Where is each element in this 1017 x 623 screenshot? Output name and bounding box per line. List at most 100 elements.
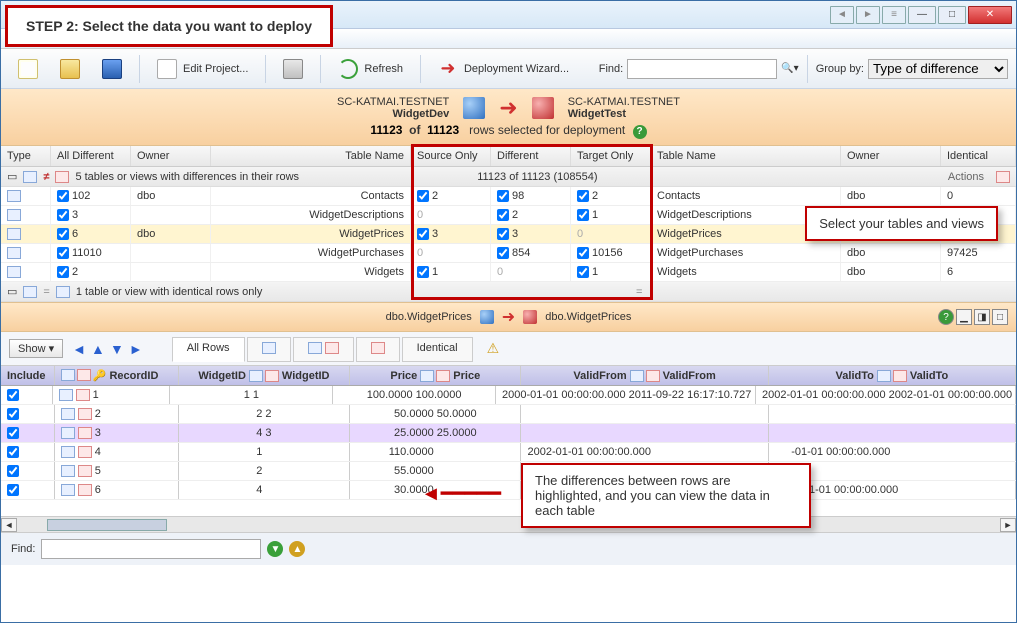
dh-include[interactable]: Include bbox=[1, 366, 55, 385]
h-scrollbar[interactable]: ◄ ► bbox=[1, 516, 1016, 532]
include-checkbox[interactable] bbox=[7, 427, 19, 439]
nav-fwd-button[interactable]: ► bbox=[856, 6, 880, 24]
save-project-button[interactable] bbox=[93, 55, 131, 83]
open-project-button[interactable] bbox=[51, 55, 89, 83]
divider bbox=[420, 55, 421, 83]
hdr-alldiff[interactable]: All Different bbox=[51, 146, 131, 166]
minimize-button[interactable]: — bbox=[908, 6, 936, 24]
row-checkbox[interactable] bbox=[497, 209, 509, 221]
hdr-owner2[interactable]: Owner bbox=[841, 146, 941, 166]
row-checkbox[interactable] bbox=[577, 266, 589, 278]
panel-max-button[interactable]: □ bbox=[992, 309, 1008, 325]
row-checkbox[interactable] bbox=[57, 209, 69, 221]
nav-down-icon[interactable]: ▼ bbox=[110, 341, 124, 357]
nav-left-icon[interactable]: ◄ bbox=[72, 341, 86, 357]
nav-right-icon[interactable]: ► bbox=[129, 341, 143, 357]
detail-row[interactable]: 22250.000050.0000 bbox=[1, 405, 1016, 424]
edit-project-button[interactable]: Edit Project... bbox=[148, 55, 257, 83]
row-checkbox[interactable] bbox=[497, 190, 509, 202]
table-row[interactable]: 102dboContacts2982Contactsdbo0 bbox=[1, 187, 1016, 206]
key-icon: 🔑 bbox=[93, 369, 107, 382]
deploy-button[interactable]: ➜Deployment Wizard... bbox=[429, 55, 578, 83]
tab-all-rows[interactable]: All Rows bbox=[172, 337, 245, 362]
row-checkbox[interactable] bbox=[417, 266, 429, 278]
detail-row[interactable]: 111100.0000100.00002000-01-01 00:00:00.0… bbox=[1, 386, 1016, 405]
close-button[interactable]: ✕ bbox=[968, 6, 1012, 24]
hdr-tgt[interactable]: Target Only bbox=[571, 146, 651, 166]
row-checkbox[interactable] bbox=[57, 190, 69, 202]
db-icon bbox=[646, 370, 660, 382]
panel-mid-button[interactable]: ◨ bbox=[974, 309, 990, 325]
find-next-button[interactable]: ▼ bbox=[267, 541, 283, 557]
nav-list-button[interactable]: ≡ bbox=[882, 6, 906, 24]
dh-price[interactable]: Price Price bbox=[350, 366, 521, 385]
hdr-tname[interactable]: Table Name bbox=[211, 146, 411, 166]
row-checkbox[interactable] bbox=[57, 266, 69, 278]
nav-back-button[interactable]: ◄ bbox=[830, 6, 854, 24]
find-prev-button[interactable]: ▲ bbox=[289, 541, 305, 557]
mail-button[interactable] bbox=[274, 55, 312, 83]
find-search-icon[interactable]: 🔍▾ bbox=[781, 63, 798, 74]
scroll-left-button[interactable]: ◄ bbox=[1, 518, 17, 532]
tab-diff[interactable] bbox=[293, 337, 354, 362]
actions-label[interactable]: Actions bbox=[948, 171, 984, 183]
tab-identical[interactable]: Identical bbox=[402, 337, 473, 362]
include-checkbox[interactable] bbox=[7, 465, 19, 477]
scroll-thumb[interactable] bbox=[47, 519, 167, 531]
hdr-tname2[interactable]: Table Name bbox=[651, 146, 841, 166]
nav-up-icon[interactable]: ▲ bbox=[91, 341, 105, 357]
include-checkbox[interactable] bbox=[7, 446, 19, 458]
row-checkbox[interactable] bbox=[497, 228, 509, 240]
tab-source[interactable] bbox=[247, 337, 291, 362]
detail-row[interactable]: 41110.00002002-01-01 00:00:00.000-01-01 … bbox=[1, 443, 1016, 462]
include-checkbox[interactable] bbox=[7, 389, 19, 401]
detail-row[interactable]: 6430.00002002-01-01 00:00:00.0002003-01-… bbox=[1, 481, 1016, 500]
group-row-diff[interactable]: ▭ ≠ 5 tables or views with differences i… bbox=[1, 167, 1016, 187]
bottom-find-input[interactable] bbox=[41, 539, 261, 559]
maximize-button[interactable]: □ bbox=[938, 6, 966, 24]
edit-icon bbox=[157, 59, 177, 79]
detail-row[interactable]: 5255.00002002-01-01 00:00:00.000 bbox=[1, 462, 1016, 481]
row-checkbox[interactable] bbox=[577, 247, 589, 259]
row-checkbox[interactable] bbox=[577, 209, 589, 221]
dh-record[interactable]: 🔑 RecordID bbox=[55, 366, 179, 385]
dh-validto[interactable]: ValidTo ValidTo bbox=[769, 366, 1016, 385]
row-checkbox[interactable] bbox=[417, 190, 429, 202]
group-row-same[interactable]: ▭ = 1 table or view with identical rows … bbox=[1, 282, 1016, 302]
row-checkbox[interactable] bbox=[417, 228, 429, 240]
new-project-button[interactable] bbox=[9, 55, 47, 83]
hdr-type[interactable]: Type bbox=[1, 146, 51, 166]
db-target-icon bbox=[532, 97, 554, 119]
help-icon[interactable]: ? bbox=[633, 125, 647, 139]
warning-icon[interactable]: ⚠ bbox=[487, 340, 500, 357]
hdr-identical[interactable]: Identical bbox=[941, 146, 1016, 166]
panel-min-button[interactable]: ▁ bbox=[956, 309, 972, 325]
detail-row[interactable]: 34325.000025.0000 bbox=[1, 424, 1016, 443]
row-checkbox[interactable] bbox=[57, 228, 69, 240]
refresh-button[interactable]: Refresh bbox=[329, 55, 412, 83]
row-checkbox[interactable] bbox=[497, 247, 509, 259]
actions-icon[interactable] bbox=[996, 171, 1010, 183]
include-checkbox[interactable] bbox=[7, 408, 19, 420]
row-checkbox[interactable] bbox=[57, 247, 69, 259]
groupby-select[interactable]: Type of difference bbox=[868, 59, 1008, 79]
hdr-diff[interactable]: Different bbox=[491, 146, 571, 166]
collapse-icon[interactable]: ▭ bbox=[7, 170, 17, 183]
nav-arrows: ◄ ▲ ▼ ► bbox=[71, 341, 144, 357]
help-button[interactable]: ? bbox=[938, 309, 954, 325]
table-row[interactable]: 11010WidgetPurchases085410156WidgetPurch… bbox=[1, 244, 1016, 263]
refresh-icon bbox=[338, 59, 358, 79]
table-row[interactable]: 2Widgets101Widgetsdbo6 bbox=[1, 263, 1016, 282]
find-input[interactable] bbox=[627, 59, 777, 79]
dh-validfrom[interactable]: ValidFrom ValidFrom bbox=[521, 366, 768, 385]
dh-widgetid[interactable]: WidgetID WidgetID bbox=[179, 366, 350, 385]
tab-target[interactable] bbox=[356, 337, 400, 362]
row-checkbox[interactable] bbox=[577, 190, 589, 202]
hdr-src[interactable]: Source Only bbox=[411, 146, 491, 166]
scroll-right-button[interactable]: ► bbox=[1000, 518, 1016, 532]
hdr-owner[interactable]: Owner bbox=[131, 146, 211, 166]
include-checkbox[interactable] bbox=[7, 484, 19, 496]
collapse-icon[interactable]: ▭ bbox=[7, 285, 17, 298]
show-button[interactable]: Show ▾ bbox=[9, 339, 63, 358]
src-db: WidgetDev bbox=[393, 108, 450, 120]
